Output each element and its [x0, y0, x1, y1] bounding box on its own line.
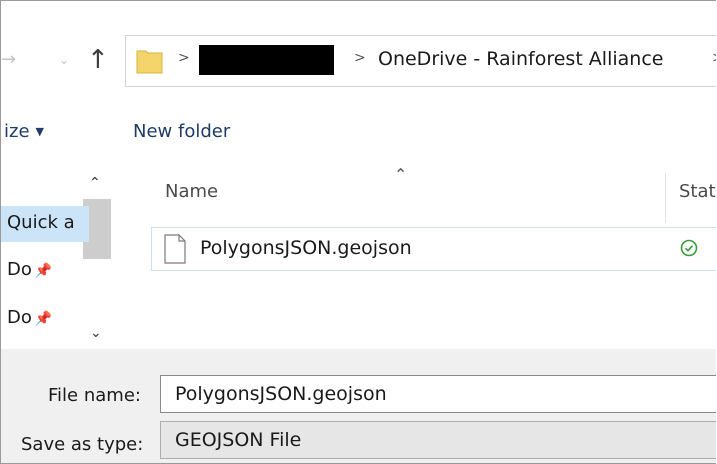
nav-item-quick-access[interactable]: Quick a — [1, 206, 89, 242]
file-name-label: File name: — [48, 385, 141, 406]
save-as-type-select[interactable]: GEOJSON File — [160, 421, 716, 459]
navigation-bar: → ⌄ ↑ > > OneDrive - Rainforest Alliance… — [1, 1, 716, 111]
breadcrumb-separator-icon[interactable]: > — [178, 50, 190, 66]
organize-menu-button[interactable]: ize ▼ — [4, 121, 44, 142]
folder-icon — [136, 50, 163, 74]
column-header-name[interactable]: Name — [165, 181, 218, 202]
file-name: PolygonsJSON.geojson — [200, 237, 412, 259]
nav-item-documents[interactable]: Do 📌 — [7, 259, 52, 280]
column-divider[interactable] — [665, 173, 666, 223]
save-dialog: → ⌄ ↑ > > OneDrive - Rainforest Alliance… — [0, 0, 716, 464]
redacted-breadcrumb — [199, 45, 334, 75]
file-row[interactable]: PolygonsJSON.geojson — [151, 227, 716, 271]
pin-icon: 📌 — [34, 263, 53, 279]
recent-locations-dropdown-icon[interactable]: ⌄ — [59, 53, 69, 67]
address-bar[interactable]: > > OneDrive - Rainforest Alliance > — [125, 35, 716, 87]
save-as-type-label: Save as type: — [21, 434, 144, 455]
save-form: File name: PolygonsJSON.geojson Save as … — [1, 349, 716, 463]
scroll-down-icon[interactable]: ⌄ — [90, 325, 102, 341]
nav-item-downloads[interactable]: Do 📌 — [7, 307, 52, 328]
nav-item-label: Do — [7, 259, 32, 280]
file-list: ⌃ Name Stat PolygonsJSON.geojson — [113, 159, 716, 349]
scroll-up-icon[interactable]: ⌃ — [89, 175, 101, 191]
back-arrow-icon[interactable]: → — [1, 49, 16, 70]
sync-ok-icon — [680, 239, 698, 257]
breadcrumb-onedrive[interactable]: OneDrive - Rainforest Alliance — [378, 48, 663, 70]
pin-icon: 📌 — [34, 311, 53, 327]
organize-label: ize — [4, 121, 30, 142]
file-icon — [164, 234, 186, 264]
file-name-input[interactable]: PolygonsJSON.geojson — [160, 375, 716, 413]
navigation-pane: ⌃ Quick a Do 📌 Do 📌 ⌄ — [1, 159, 113, 349]
column-header-status[interactable]: Stat — [679, 181, 716, 202]
nav-item-label: Do — [7, 307, 32, 328]
toolbar: ize ▼ New folder — [1, 111, 716, 157]
nav-item-label: Quick a — [7, 212, 75, 233]
breadcrumb-separator-icon[interactable]: > — [712, 50, 716, 66]
breadcrumb-separator-icon[interactable]: > — [354, 50, 366, 66]
new-folder-button[interactable]: New folder — [133, 121, 230, 142]
up-arrow-icon[interactable]: ↑ — [87, 45, 109, 75]
caret-down-icon: ▼ — [35, 125, 44, 138]
sort-ascending-icon: ⌃ — [394, 165, 408, 184]
